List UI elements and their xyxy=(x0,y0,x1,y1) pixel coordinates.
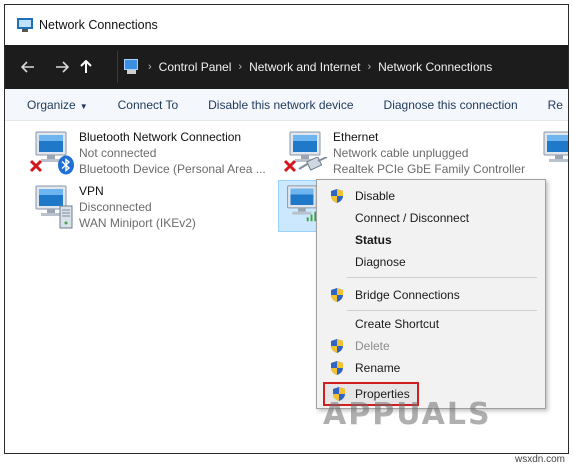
network-connections-app-icon xyxy=(17,18,33,32)
connection-item-bluetooth[interactable]: Bluetooth Network Connection Not connect… xyxy=(27,129,267,179)
menu-item-label: Disable xyxy=(355,189,396,203)
breadcrumb-separator-icon[interactable]: › xyxy=(238,61,242,73)
breadcrumb-control-panel[interactable]: Control Panel xyxy=(159,60,232,74)
menu-separator xyxy=(347,277,537,278)
uac-shield-icon xyxy=(331,361,343,375)
connection-item-vpn[interactable]: VPN Disconnected WAN Miniport (IKEv2) xyxy=(27,183,267,233)
connection-name: Bluetooth Network Connection xyxy=(79,130,242,144)
connection-status: Disconnected xyxy=(79,200,152,214)
connection-device: WAN Miniport (IKEv2) xyxy=(79,216,196,230)
breadcrumb-separator-icon[interactable]: › xyxy=(367,61,371,73)
bluetooth-icon xyxy=(58,155,74,175)
title-bar: Network Connections xyxy=(5,5,568,45)
menu-item-label: Create Shortcut xyxy=(355,317,440,331)
connection-name: Ethernet xyxy=(333,130,379,144)
ethernet-cable-icon xyxy=(298,157,328,171)
address-field[interactable]: › Control Panel › Network and Internet ›… xyxy=(117,51,568,83)
menu-item-create-shortcut[interactable]: Create Shortcut xyxy=(319,313,543,335)
menu-item-label: Status xyxy=(355,233,392,247)
connection-device: Bluetooth Device (Personal Area ... xyxy=(79,162,266,176)
menu-item-label: Bridge Connections xyxy=(355,288,460,302)
menu-item-status[interactable]: Status xyxy=(319,229,543,251)
connection-name: VPN xyxy=(79,184,104,198)
menu-item-label: Delete xyxy=(355,339,390,353)
menu-item-label: Properties xyxy=(355,387,410,401)
network-connections-window: Network Connections › Control Panel › Ne… xyxy=(4,4,569,454)
uac-shield-icon xyxy=(331,339,343,353)
uac-shield-icon xyxy=(331,288,343,302)
back-arrow-icon[interactable] xyxy=(17,52,39,82)
menu-item-diagnose[interactable]: Diagnose xyxy=(319,251,543,273)
connect-to-button[interactable]: Connect To xyxy=(118,98,179,112)
rename-button[interactable]: Re xyxy=(548,98,563,112)
address-bar: › Control Panel › Network and Internet ›… xyxy=(5,45,568,89)
control-panel-icon xyxy=(124,59,140,75)
menu-separator xyxy=(347,310,537,311)
connection-texts: Ethernet Network cable unplugged Realtek… xyxy=(333,129,525,177)
connection-device: Realtek PCIe GbE Family Controller xyxy=(333,162,526,176)
context-menu: Disable Connect / Disconnect Status Diag… xyxy=(316,179,546,409)
forward-arrow-icon[interactable] xyxy=(51,52,73,82)
connection-texts: Bluetooth Network Connection Not connect… xyxy=(79,129,266,177)
vpn-server-icon xyxy=(59,205,73,229)
red-x-icon xyxy=(283,159,297,173)
window-title: Network Connections xyxy=(39,18,158,32)
chevron-down-icon: ▼ xyxy=(79,101,88,111)
organize-menu[interactable]: Organize ▼ xyxy=(27,98,88,112)
menu-item-bridge-connections[interactable]: Bridge Connections xyxy=(319,284,543,306)
breadcrumb-network-connections[interactable]: Network Connections xyxy=(378,60,492,74)
connection-item-ethernet[interactable]: Ethernet Network cable unplugged Realtek… xyxy=(281,129,531,179)
menu-item-label: Connect / Disconnect xyxy=(355,211,470,225)
menu-item-properties[interactable]: Properties xyxy=(323,382,419,406)
red-x-icon xyxy=(29,159,43,173)
menu-item-label: Diagnose xyxy=(355,255,406,269)
network-computer-icon[interactable] xyxy=(535,129,569,175)
connection-texts: VPN Disconnected WAN Miniport (IKEv2) xyxy=(79,183,196,231)
breadcrumb-separator-icon[interactable]: › xyxy=(148,61,152,73)
connection-status: Not connected xyxy=(79,146,157,160)
menu-item-disable[interactable]: Disable xyxy=(319,185,543,207)
uac-shield-icon xyxy=(333,387,345,401)
site-watermark: wsxdn.com xyxy=(514,454,565,465)
menu-item-delete[interactable]: Delete xyxy=(319,335,543,357)
breadcrumb-network-and-internet[interactable]: Network and Internet xyxy=(249,60,360,74)
uac-shield-icon xyxy=(331,189,343,203)
menu-item-connect-disconnect[interactable]: Connect / Disconnect xyxy=(319,207,543,229)
command-bar: Organize ▼ Connect To Disable this networ… xyxy=(5,89,568,121)
diagnose-connection-button[interactable]: Diagnose this connection xyxy=(384,98,518,112)
menu-item-rename[interactable]: Rename xyxy=(319,357,543,379)
disable-device-button[interactable]: Disable this network device xyxy=(208,98,353,112)
connection-status: Network cable unplugged xyxy=(333,146,469,160)
up-arrow-icon[interactable] xyxy=(75,52,97,82)
menu-item-label: Rename xyxy=(355,361,401,375)
organize-label: Organize xyxy=(27,97,76,112)
